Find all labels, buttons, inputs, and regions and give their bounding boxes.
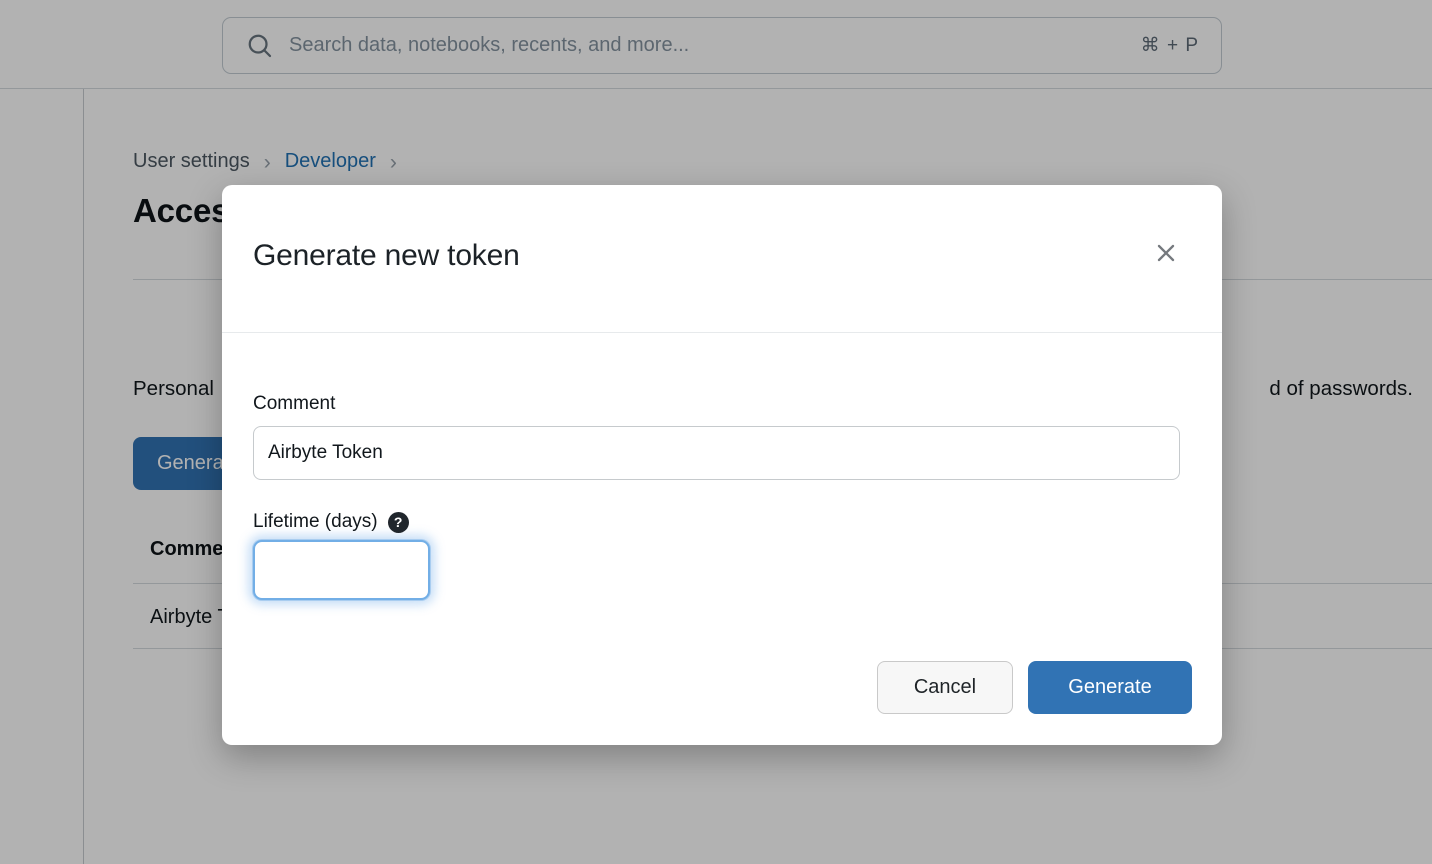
modal-footer: Cancel Generate: [877, 661, 1192, 714]
cancel-button[interactable]: Cancel: [877, 661, 1013, 714]
modal-header: Generate new token: [222, 185, 1222, 333]
close-button[interactable]: [1150, 237, 1182, 269]
generate-button[interactable]: Generate: [1028, 661, 1192, 714]
comment-input[interactable]: [253, 426, 1180, 480]
help-icon[interactable]: ?: [388, 512, 409, 533]
lifetime-label: Lifetime (days): [253, 511, 378, 533]
close-icon: [1154, 241, 1178, 265]
modal-title: Generate new token: [253, 239, 1192, 273]
lifetime-label-row: Lifetime (days) ?: [253, 511, 1180, 533]
lifetime-input[interactable]: [253, 540, 430, 600]
modal-body: Comment Lifetime (days) ?: [222, 333, 1222, 600]
comment-label: Comment: [253, 393, 335, 414]
generate-token-modal: Generate new token Comment Lifetime (day…: [222, 185, 1222, 745]
